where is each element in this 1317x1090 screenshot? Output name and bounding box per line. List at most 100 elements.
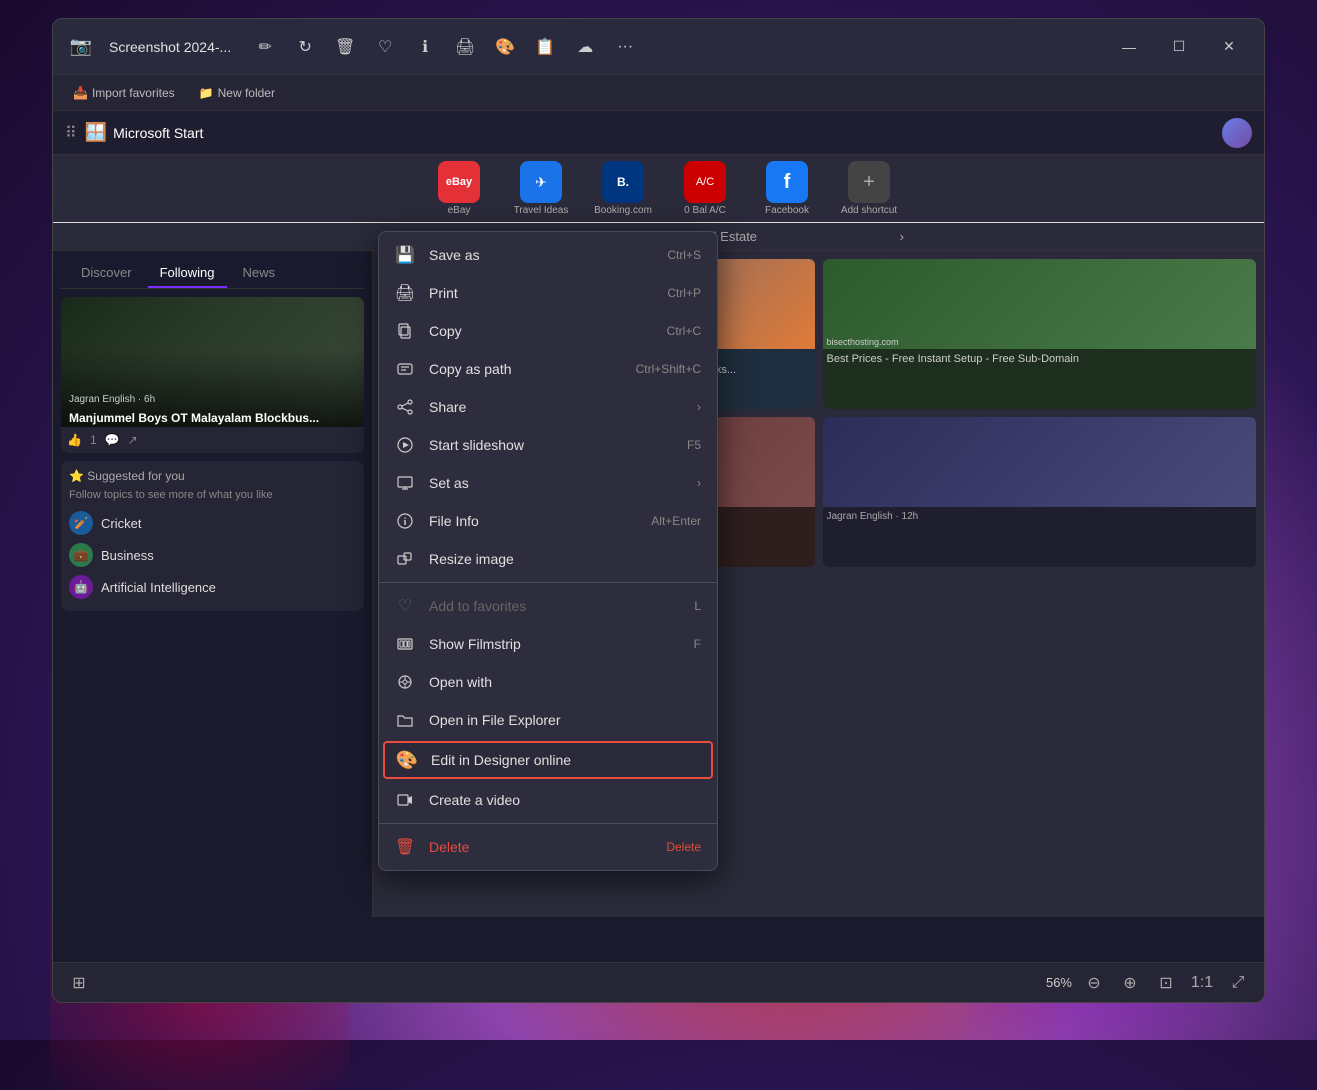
edit-tool-btn[interactable]: ✏ [247,29,283,65]
copy-path-shortcut: Ctrl+Shift+C [636,362,701,376]
article-image: Jagran English · 6h Manjummel Boys OT Ma… [61,297,364,427]
copy-path-label: Copy as path [429,361,512,377]
news-title-2: Best Prices - Free Instant Setup - Free … [827,353,1253,365]
suggested-ai[interactable]: 🤖 Artificial Intelligence [69,571,356,603]
print-label: Print [429,285,458,301]
tab-following[interactable]: Following [148,259,227,288]
ctx-edit-designer[interactable]: 🎨 Edit in Designer online [383,741,713,779]
ctx-delete[interactable]: 🗑 Delete Delete [379,828,717,866]
info-tool-btn[interactable]: ℹ [407,29,443,65]
left-news-panel: Discover Following News Jagran English ·… [53,251,373,917]
article-source: Jagran English · 6h [69,394,155,405]
suggested-business[interactable]: 💼 Business [69,539,356,571]
tab-discover[interactable]: Discover [69,259,144,288]
favorites-shortcut: L [694,599,701,613]
article-title: Manjummel Boys OT Malayalam Blockbus... [69,411,319,425]
article-comment-icon[interactable]: 💬 [105,433,120,447]
fullscreen-button[interactable]: ⤢ [1224,969,1252,997]
article-count: 1 [90,433,97,447]
share-arrow: › [697,400,701,414]
create-video-icon [395,790,415,810]
booking-label: Booking.com [594,205,652,216]
more-tool-btn[interactable]: ··· [607,29,643,65]
travel-shortcut[interactable]: ✈ Travel Ideas [506,161,576,216]
open-with-icon [395,672,415,692]
travel-label: Travel Ideas [514,205,569,216]
site-shortcuts-bar: eBay eBay ✈ Travel Ideas B. Booking.com … [53,155,1264,223]
close-button[interactable]: ✕ [1206,31,1252,63]
content-area: ⠿ 🪟 Microsoft Start eBay eBay ✈ Travel I… [53,111,1264,962]
ctx-divider-1 [379,582,717,583]
window-controls: — ☐ ✕ [1106,31,1252,63]
filmstrip-toggle-button[interactable]: ⊞ [65,969,93,997]
business-label: Business [101,548,154,563]
print-shortcut: Ctrl+P [667,286,701,300]
cricket-label: Cricket [101,516,141,531]
suggested-cricket[interactable]: 🏏 Cricket [69,507,356,539]
booking-shortcut[interactable]: B. Booking.com [588,161,658,216]
nav-arrow-right[interactable]: › [900,229,904,244]
ctx-create-video[interactable]: Create a video [379,781,717,819]
slideshow-label: Start slideshow [429,437,524,453]
news-source-2: bisecthosting.com [827,337,899,347]
window-title: Screenshot 2024-... [109,39,231,55]
file-info-icon [395,511,415,531]
ctx-filmstrip[interactable]: Show Filmstrip F [379,625,717,663]
print-tool-btn[interactable]: 🖨 [447,29,483,65]
ms-start-bar: ⠿ 🪟 Microsoft Start [53,111,1264,155]
article-card: Jagran English · 6h Manjummel Boys OT Ma… [61,297,364,453]
delete-tool-btn[interactable]: 🗑 [327,29,363,65]
fit-window-button[interactable]: ⊡ [1152,969,1180,997]
news-source-4: Jagran English · 12h [827,511,1253,522]
resize-label: Resize image [429,551,514,567]
ctx-print[interactable]: 🖨 Print Ctrl+P [379,274,717,312]
import-favorites-button[interactable]: 📥 Import favorites [65,82,183,104]
minimize-button[interactable]: — [1106,31,1152,63]
bal-shortcut[interactable]: A/C 0 Bal A/C [670,161,740,216]
status-bar: ⊞ 56% ⊖ ⊕ ⊡ 1:1 ⤢ [53,962,1264,1002]
rotate-tool-btn[interactable]: ↻ [287,29,323,65]
suggested-subtitle: Follow topics to see more of what you li… [69,489,356,501]
ctx-start-slideshow[interactable]: Start slideshow F5 [379,426,717,464]
add-shortcut[interactable]: + Add shortcut [834,161,904,216]
folder-icon: 📁 [199,86,214,100]
zoom-in-button[interactable]: ⊕ [1116,969,1144,997]
ms-logo: 🪟 Microsoft Start [85,122,204,143]
file-info-shortcut: Alt+Enter [651,514,701,528]
cloud-tool-btn[interactable]: ☁ [567,29,603,65]
delete-label: Delete [429,839,469,855]
ctx-copy[interactable]: Copy Ctrl+C [379,312,717,350]
ctx-add-favorites[interactable]: ♡ Add to favorites L [379,587,717,625]
ai-label: Artificial Intelligence [101,580,216,595]
ctx-share[interactable]: Share › [379,388,717,426]
filmstrip-label: Show Filmstrip [429,636,521,652]
article-like-icon[interactable]: 👍 [67,433,82,447]
zoom-out-button[interactable]: ⊖ [1080,969,1108,997]
set-as-arrow: › [697,476,701,490]
ms-start-label: Microsoft Start [113,125,203,141]
favorite-tool-btn[interactable]: ♡ [367,29,403,65]
facebook-shortcut[interactable]: f Facebook [752,161,822,216]
title-bar: 📷 Screenshot 2024-... ✏ ↻ 🗑 ♡ ℹ 🖨 🎨 📋 ☁ … [53,19,1264,75]
ctx-file-explorer[interactable]: Open in File Explorer [379,701,717,739]
suggested-section: ⭐ Suggested for you Follow topics to see… [61,461,364,611]
ebay-shortcut[interactable]: eBay eBay [424,161,494,216]
secondary-toolbar: 📥 Import favorites 📁 New folder [53,75,1264,111]
article-share-icon[interactable]: ↗ [128,433,138,447]
tab-news[interactable]: News [231,259,288,288]
set-as-icon [395,473,415,493]
ctx-save-as[interactable]: 💾 Save as Ctrl+S [379,236,717,274]
ctx-copy-path[interactable]: Copy as path Ctrl+Shift+C [379,350,717,388]
clipboard-tool-btn[interactable]: 📋 [527,29,563,65]
ctx-file-info[interactable]: File Info Alt+Enter [379,502,717,540]
delete-shortcut: Delete [666,840,701,854]
ctx-set-as[interactable]: Set as › [379,464,717,502]
maximize-button[interactable]: ☐ [1156,31,1202,63]
new-folder-button[interactable]: 📁 New folder [191,82,283,104]
actual-size-button[interactable]: 1:1 [1188,969,1216,997]
news-grid-item-4[interactable]: Jagran English · 12h [823,417,1257,567]
designer-tool-btn[interactable]: 🎨 [487,29,523,65]
ctx-resize[interactable]: Resize image [379,540,717,578]
news-grid-item-2[interactable]: bisecthosting.com Best Prices - Free Ins… [823,259,1257,409]
ctx-open-with[interactable]: Open with [379,663,717,701]
